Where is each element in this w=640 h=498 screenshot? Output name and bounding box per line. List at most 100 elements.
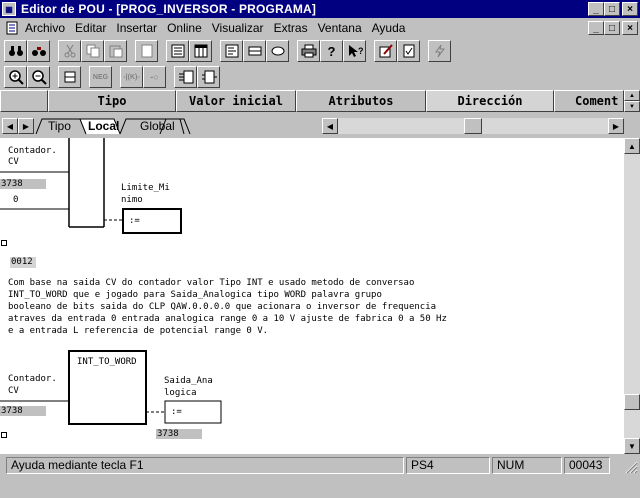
hscroll-thumb[interactable] [464,118,482,134]
status-help-text: Ayuda mediante tecla F1 [6,457,404,474]
paste-button[interactable] [104,40,127,62]
vertical-scrollbar[interactable]: ▲ ▼ [624,138,640,454]
insert-contact-button[interactable]: -|(K)- [120,66,143,88]
restore-icon: □ [608,3,616,15]
triangle-left-icon: ◀ [326,121,334,131]
online-button[interactable] [428,40,451,62]
header-scroll-down-button[interactable]: ▼ [624,101,640,112]
insert-block-button[interactable] [197,66,220,88]
list-view-button[interactable] [166,40,189,62]
triangle-left-icon: ◀ [6,121,14,131]
n1-output-label-1: Limite_Mi [121,183,170,193]
binoculars-icon [8,46,23,56]
n1-assign[interactable]: := [129,216,140,226]
context-help-button[interactable]: ? [343,40,366,62]
n2-network-marker[interactable] [1,432,7,438]
fbd-editor-canvas[interactable]: Contador. CV 3738 0 Limite_Mi nimo := 00… [0,138,624,454]
column-tipo[interactable]: Tipo [48,90,176,112]
restore-icon: □ [608,22,616,34]
zoom-in-button[interactable] [4,66,27,88]
menu-ventana[interactable]: Ventana [313,19,367,37]
column-valor-inicial-label: Valor inicial [189,94,283,108]
vscroll-thumb[interactable] [624,394,640,410]
minimize-button[interactable]: _ [588,2,604,16]
n2-block-name[interactable]: INT_TO_WORD [77,357,137,367]
header-scroll-up-button[interactable]: ▲ [624,90,640,101]
doc-restore-button[interactable]: □ [604,21,620,35]
menu-insertar[interactable]: Insertar [111,19,162,37]
horizontal-scrollbar[interactable]: ◀ ▶ [322,118,624,134]
n1-wires [0,138,182,234]
doc-close-button[interactable]: × [622,21,638,35]
insert-coil-button[interactable]: -○ [143,66,166,88]
column-atributos-label: Atributos [328,94,394,108]
insert-network-button[interactable] [58,66,81,88]
menu-editar[interactable]: Editar [70,19,111,37]
doc-minimize-button[interactable]: _ [588,21,604,35]
n1-output-label-2: nimo [121,195,143,205]
status-bar: Ayuda mediante tecla F1 PS4 NUM 00043 [0,456,640,476]
column-direccion-label: Dirección [457,94,523,108]
replace-button[interactable] [27,40,50,62]
column-comentario-label: Coment [575,94,619,108]
check-button[interactable] [397,40,420,62]
title-bar: ▦ Editor de POU - [PROG_INVERSOR - PROGR… [0,0,640,18]
il-view-button[interactable] [220,40,243,62]
tab-scroll-right-button[interactable]: ▶ [18,118,34,134]
app-icon[interactable]: ▦ [2,2,16,16]
triangle-down-icon: ▼ [629,103,635,110]
table-view-button[interactable] [189,40,212,62]
close-icon: × [627,3,633,15]
edit-button[interactable] [374,40,397,62]
column-direccion[interactable]: Dirección [426,90,554,112]
insert-input-button[interactable] [174,66,197,88]
hscroll-right-button[interactable]: ▶ [608,118,624,134]
n2-network-number[interactable]: 0012 [10,257,36,268]
resize-grip-icon[interactable] [624,460,638,474]
n2-input-label-2: CV [8,386,19,396]
zoom-out-button[interactable] [27,66,50,88]
close-icon: × [627,22,633,34]
tab-local[interactable]: Local [84,118,123,134]
hscroll-left-button[interactable]: ◀ [322,118,338,134]
menu-online[interactable]: Online [162,19,207,37]
menu-archivo[interactable]: Archivo [20,19,70,37]
n2-output-label-1: Saida_Ana [164,376,213,386]
tab-scroll-left-button[interactable]: ◀ [2,118,18,134]
column-valor-inicial[interactable]: Valor inicial [176,90,296,112]
close-button[interactable]: × [622,2,638,16]
maximize-button[interactable]: □ [604,2,620,16]
n2-assign[interactable]: := [171,407,182,417]
n1-network-marker[interactable] [1,240,7,246]
menu-visualizar[interactable]: Visualizar [207,19,269,37]
ld-view-button[interactable] [243,40,266,62]
standard-toolbar: ? ? [0,38,640,64]
question-icon: ? [327,43,336,59]
svg-text:?: ? [358,46,363,56]
block-input-icon [178,70,193,84]
tab-global[interactable]: Global [136,118,179,134]
menu-extras[interactable]: Extras [269,19,313,37]
copy-button[interactable] [81,40,104,62]
column-comentario[interactable]: Coment [554,90,624,112]
list-icon [171,44,184,58]
vscroll-down-button[interactable]: ▼ [624,438,640,454]
document-icon[interactable] [4,21,20,35]
find-replace-icon [31,47,46,56]
n2-comment-line-5: e a entrada L referencia de potencial ra… [8,326,269,336]
zoom-in-icon [8,70,24,85]
column-atributos[interactable]: Atributos [296,90,426,112]
vscroll-up-button[interactable]: ▲ [624,138,640,154]
paste-icon [109,45,122,58]
row-header-corner [0,90,48,112]
function-block-icon [271,46,284,56]
cut-button[interactable] [58,40,81,62]
menu-ayuda[interactable]: Ayuda [367,19,411,37]
fbd-view-button[interactable] [266,40,289,62]
tab-tipo[interactable]: Tipo [44,118,75,134]
print-button[interactable] [297,40,320,62]
help-button[interactable]: ? [320,40,343,62]
declaration-button[interactable] [135,40,158,62]
find-button[interactable] [4,40,27,62]
negate-button[interactable]: NEG [89,66,112,88]
